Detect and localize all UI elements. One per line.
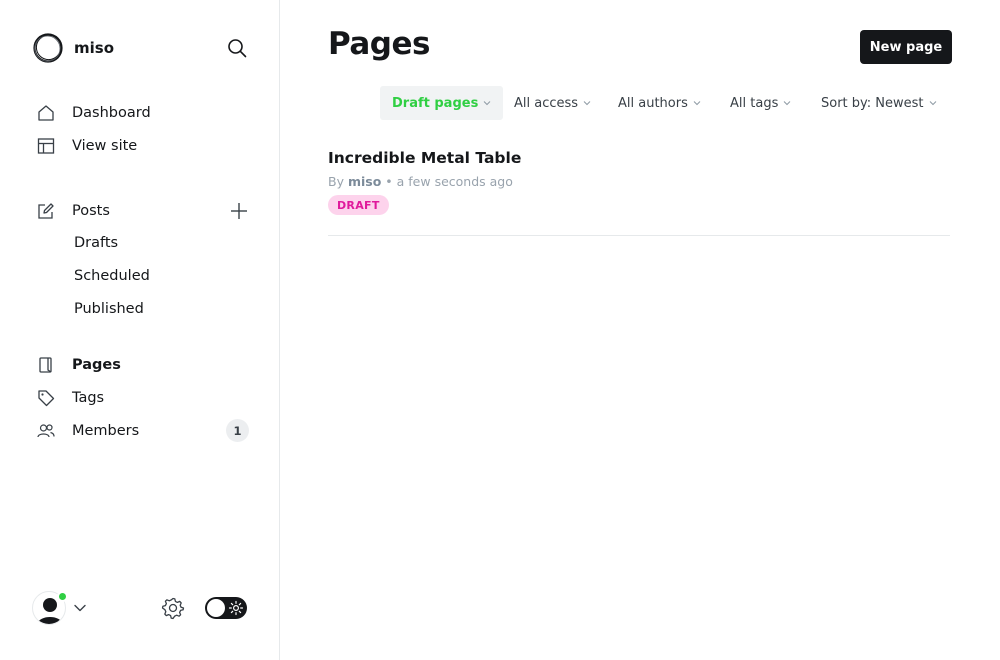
sidebar: miso Dashboard View site Posts Drafts Sc…	[0, 0, 280, 660]
site-name: miso	[74, 39, 115, 57]
sidebar-item-label: Dashboard	[72, 105, 151, 121]
members-count-badge: 1	[226, 419, 249, 442]
filter-authors-dropdown[interactable]: All authors	[618, 86, 701, 120]
page-title: Pages	[328, 26, 430, 62]
main-content: Pages New page Draft pages All access Al…	[280, 0, 1000, 660]
sidebar-item-drafts[interactable]: Drafts	[74, 235, 118, 251]
layout-icon	[36, 136, 56, 156]
chevron-down-icon	[693, 101, 701, 106]
search-icon[interactable]	[225, 36, 249, 60]
sidebar-item-pages[interactable]: Pages	[36, 351, 250, 379]
filter-label: Draft pages	[392, 95, 479, 111]
filter-label: All tags	[730, 95, 779, 111]
gear-icon[interactable]	[161, 596, 185, 620]
sidebar-item-label: Tags	[72, 390, 105, 406]
chevron-down-icon	[929, 101, 936, 106]
add-post-icon[interactable]	[229, 201, 249, 221]
list-item[interactable]: Incredible Metal Table By miso • a few s…	[328, 145, 950, 236]
home-icon	[36, 103, 56, 123]
brand[interactable]: miso	[32, 32, 114, 64]
theme-toggle[interactable]	[205, 597, 247, 619]
chevron-down-icon[interactable]	[73, 601, 87, 615]
post-title: Incredible Metal Table	[328, 149, 522, 167]
edit-icon	[36, 201, 56, 221]
sidebar-item-tags[interactable]: Tags	[36, 384, 250, 412]
sidebar-item-published[interactable]: Published	[74, 301, 144, 317]
sidebar-item-label: Members	[72, 423, 140, 439]
sidebar-item-label: Pages	[72, 357, 121, 373]
post-meta-by: By	[328, 174, 344, 189]
tag-icon	[36, 388, 56, 408]
sidebar-item-scheduled[interactable]: Scheduled	[74, 268, 150, 284]
filter-label: Sort by: Newest	[821, 95, 924, 111]
chevron-down-icon	[483, 101, 491, 106]
user-avatar-button[interactable]	[32, 591, 68, 625]
filter-type-dropdown[interactable]: Draft pages	[380, 86, 504, 120]
page-icon	[36, 355, 56, 375]
chevron-down-icon	[783, 101, 791, 106]
filter-access-dropdown[interactable]: All access	[514, 86, 591, 120]
post-meta: By miso • a few seconds ago	[328, 174, 513, 189]
sidebar-item-members[interactable]: Members	[36, 417, 250, 445]
new-page-button[interactable]: New page	[860, 30, 952, 64]
sidebar-item-dashboard[interactable]: Dashboard	[36, 99, 250, 127]
post-timestamp: • a few seconds ago	[385, 174, 513, 189]
filter-label: All authors	[618, 95, 688, 111]
members-icon	[36, 421, 56, 441]
toggle-knob	[207, 599, 225, 617]
chevron-down-icon	[583, 101, 591, 106]
status-badge: DRAFT	[328, 195, 389, 215]
sidebar-item-label: Posts	[72, 203, 110, 219]
sun-icon	[228, 600, 244, 616]
filter-tags-dropdown[interactable]: All tags	[730, 86, 791, 120]
sidebar-item-view-site[interactable]: View site	[36, 132, 250, 160]
sort-dropdown[interactable]: Sort by: Newest	[821, 86, 937, 120]
site-logo-icon	[33, 33, 63, 63]
sidebar-item-label: View site	[72, 138, 138, 154]
sidebar-item-posts[interactable]: Posts	[36, 197, 250, 225]
online-status-dot	[57, 591, 68, 602]
post-author: miso	[347, 174, 382, 189]
filter-label: All access	[514, 95, 579, 111]
